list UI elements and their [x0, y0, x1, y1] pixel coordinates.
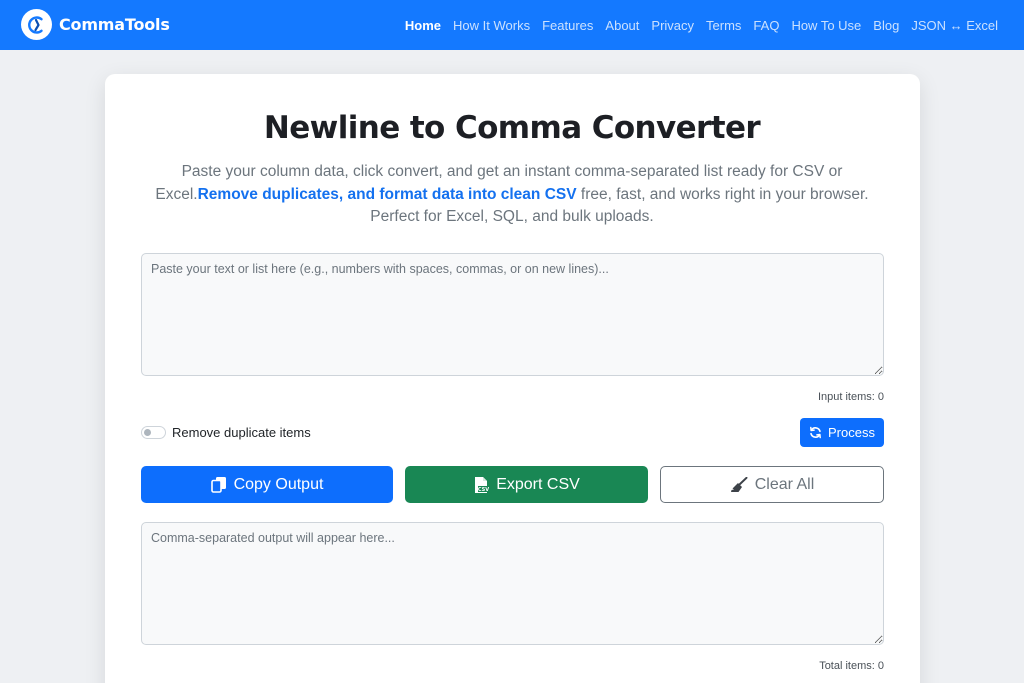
commatools-logo-icon [21, 9, 52, 40]
brand-link[interactable]: CommaTools [21, 9, 170, 40]
page-title: Newline to Comma Converter [263, 110, 761, 146]
input-textarea[interactable] [141, 253, 884, 376]
nav-link-home[interactable]: Home [405, 18, 441, 33]
export-csv-button[interactable]: CSV Export CSV [405, 466, 648, 503]
remove-duplicates-label: Remove duplicate items [172, 425, 311, 440]
nav-link-privacy[interactable]: Privacy [651, 18, 694, 33]
navbar: CommaTools Home How It Works Features Ab… [0, 0, 1024, 50]
clear-all-button[interactable]: Clear All [660, 466, 884, 503]
csv-file-icon: CSV [473, 476, 490, 494]
copy-icon [210, 476, 227, 493]
nav-link-terms[interactable]: Terms [706, 18, 741, 33]
copy-output-button[interactable]: Copy Output [141, 466, 393, 503]
nav-links: Home How It Works Features About Privacy… [393, 0, 998, 50]
output-count: Total items: 0 [819, 660, 884, 672]
input-count: Input items: 0 [817, 391, 884, 403]
svg-text:CSV: CSV [478, 487, 489, 493]
nav-link-faq[interactable]: FAQ [753, 18, 779, 33]
clear-all-label: Clear All [754, 475, 815, 493]
nav-link-json-excel[interactable]: JSON ↔ Excel [911, 18, 998, 33]
process-button[interactable]: Process [800, 418, 884, 447]
process-label: Process [828, 425, 875, 440]
nav-link-blog[interactable]: Blog [873, 18, 899, 33]
description-highlight: Remove duplicates, and format data into … [197, 185, 577, 203]
export-csv-label: Export CSV [496, 475, 580, 493]
nav-link-features[interactable]: Features [542, 18, 593, 33]
copy-output-label: Copy Output [233, 475, 324, 493]
toggle-switch[interactable] [141, 426, 166, 439]
output-textarea[interactable] [141, 522, 884, 645]
nav-link-how-it-works[interactable]: How It Works [453, 18, 530, 33]
remove-duplicates-toggle[interactable]: Remove duplicate items [141, 425, 311, 440]
nav-link-how-to-use[interactable]: How To Use [791, 18, 861, 33]
brand-name: CommaTools [59, 15, 170, 34]
broom-icon [730, 476, 748, 493]
sync-icon [809, 426, 822, 439]
nav-link-about[interactable]: About [605, 18, 639, 33]
page-description: Paste your column data, click convert, a… [150, 161, 874, 229]
